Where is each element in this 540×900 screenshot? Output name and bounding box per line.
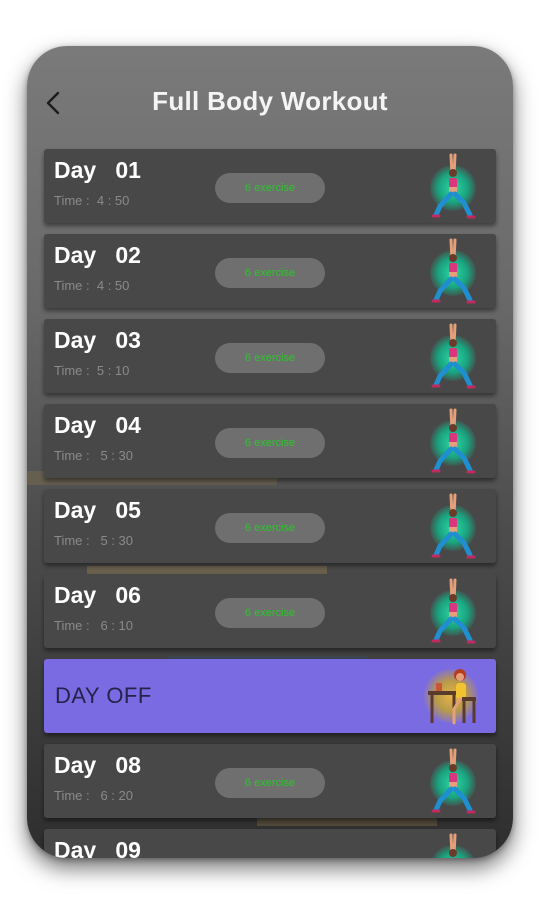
day-name: Day 08 (54, 752, 141, 778)
day-time: Time : 6 : 20 (54, 788, 133, 803)
workout-figure-icon (424, 151, 482, 221)
exercise-count-badge: 6 exercise (215, 258, 325, 288)
exercise-count-badge: 6 exercise (215, 768, 325, 798)
day-card-08[interactable]: Day 08 Time : 6 : 20 6 exercise (44, 744, 496, 818)
workout-figure-icon (424, 831, 482, 858)
exercise-count-badge: 6 exercise (215, 343, 325, 373)
day-name: Day 02 (54, 242, 141, 268)
day-name: Day 01 (54, 157, 141, 183)
day-list: Day 01 Time : 4 : 50 6 exercise Day 02 T… (44, 149, 496, 858)
exercise-count-badge: 6 exercise (215, 513, 325, 543)
rest-figure-icon (420, 663, 480, 729)
day-card-03[interactable]: Day 03 Time : 5 : 10 6 exercise (44, 319, 496, 393)
day-card-01[interactable]: Day 01 Time : 4 : 50 6 exercise (44, 149, 496, 223)
workout-figure-icon (424, 321, 482, 391)
workout-figure-icon (424, 406, 482, 476)
day-name: Day 09 (54, 837, 141, 858)
day-time: Time : 5 : 10 (54, 363, 130, 378)
day-time: Time : 4 : 50 (54, 193, 130, 208)
exercise-count-badge: 6 exercise (215, 173, 325, 203)
day-time: Time : 4 : 50 (54, 278, 130, 293)
exercise-count-badge: 6 exercise (215, 428, 325, 458)
day-card-05[interactable]: Day 05 Time : 5 : 30 6 exercise (44, 489, 496, 563)
workout-figure-icon (424, 576, 482, 646)
day-card-09[interactable]: Day 09 (44, 829, 496, 858)
day-time: Time : 6 : 10 (54, 618, 133, 633)
day-time: Time : 5 : 30 (54, 448, 133, 463)
day-name: Day 06 (54, 582, 141, 608)
phone-screen: Full Body Workout Day 01 Time : 4 : 50 6… (27, 46, 513, 858)
day-name: Day 05 (54, 497, 141, 523)
day-card-02[interactable]: Day 02 Time : 4 : 50 6 exercise (44, 234, 496, 308)
day-off-label: DAY OFF (55, 683, 152, 708)
day-name: Day 03 (54, 327, 141, 353)
day-name: Day 04 (54, 412, 141, 438)
page-title: Full Body Workout (152, 86, 388, 116)
workout-figure-icon (424, 491, 482, 561)
header: Full Body Workout (27, 46, 513, 148)
exercise-count-badge: 6 exercise (215, 598, 325, 628)
workout-figure-icon (424, 236, 482, 306)
workout-figure-icon (424, 746, 482, 816)
day-time: Time : 5 : 30 (54, 533, 133, 548)
day-card-06[interactable]: Day 06 Time : 6 : 10 6 exercise (44, 574, 496, 648)
day-off-card[interactable]: DAY OFF (44, 659, 496, 733)
day-card-04[interactable]: Day 04 Time : 5 : 30 6 exercise (44, 404, 496, 478)
